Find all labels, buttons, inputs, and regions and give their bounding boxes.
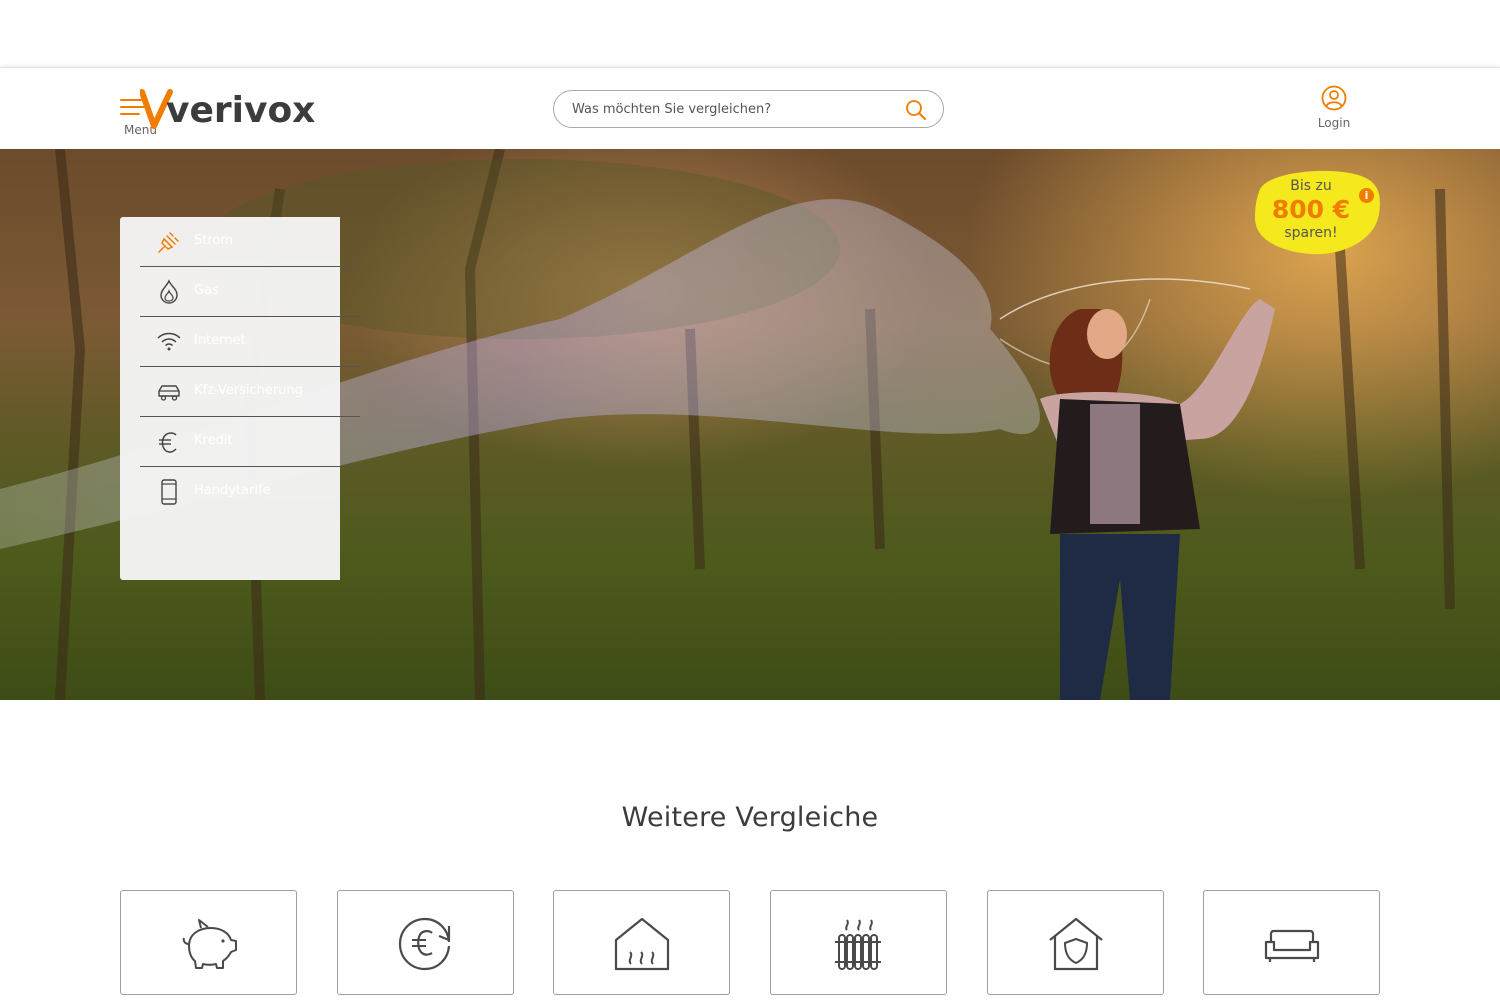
comparison-tile-4[interactable] [770, 890, 947, 995]
category-label: Kfz-Versicherung [194, 383, 303, 398]
category-strom[interactable]: Strom [140, 217, 360, 267]
section-title: Weitere Vergleiche [621, 802, 879, 833]
plug-icon [158, 232, 179, 253]
category-handytarife[interactable]: Handytarife [140, 467, 360, 516]
login-label: Login [1317, 116, 1351, 130]
category-gas[interactable]: Gas [140, 267, 360, 317]
category-label: Internet [194, 333, 246, 348]
house-heating-icon [614, 917, 670, 971]
category-kfz[interactable]: Kfz-Versicherung [140, 367, 360, 417]
euro-refresh-icon [398, 917, 451, 971]
car-icon [158, 385, 180, 401]
house-shield-icon [1049, 917, 1103, 971]
hero-banner: Strom Gas Internet Kfz-Versicherung Kred… [0, 149, 1500, 700]
category-label: Kredit [194, 433, 233, 448]
savings-badge: Bis zu 800 € sparen! i [1253, 170, 1383, 256]
brand-text: verivox [166, 90, 315, 131]
flame-icon [160, 279, 178, 304]
category-label: Handytarife [194, 483, 271, 498]
euro-icon [159, 432, 177, 453]
site-header: Menü verivox Login [0, 67, 1500, 150]
badge-line1: Bis zu [1290, 178, 1332, 194]
login-button[interactable]: Login [1310, 85, 1358, 131]
verivox-logo[interactable]: verivox [140, 88, 320, 134]
search-icon[interactable] [904, 99, 928, 121]
badge-line3: sparen! [1284, 225, 1338, 241]
search-input[interactable] [572, 99, 892, 119]
category-internet[interactable]: Internet [140, 317, 360, 367]
category-label: Gas [194, 283, 219, 298]
category-label: Strom [194, 233, 234, 248]
top-ad-strip [0, 0, 1500, 67]
category-kredit[interactable]: Kredit [140, 417, 360, 467]
user-icon [1321, 85, 1347, 111]
comparison-tile-6[interactable] [1203, 890, 1380, 995]
wifi-icon [157, 332, 181, 351]
search-box [553, 90, 944, 128]
badge-amount: 800 € [1271, 195, 1351, 224]
info-icon[interactable]: i [1359, 188, 1374, 203]
smartphone-icon [161, 479, 177, 505]
comparison-tile-2[interactable] [337, 890, 514, 995]
comparison-tile-3[interactable] [553, 890, 730, 995]
radiator-icon [835, 919, 881, 970]
comparison-tile-1[interactable] [120, 890, 297, 995]
comparison-tile-5[interactable] [987, 890, 1164, 995]
sofa-icon [1264, 929, 1320, 962]
piggy-bank-icon [182, 919, 237, 969]
